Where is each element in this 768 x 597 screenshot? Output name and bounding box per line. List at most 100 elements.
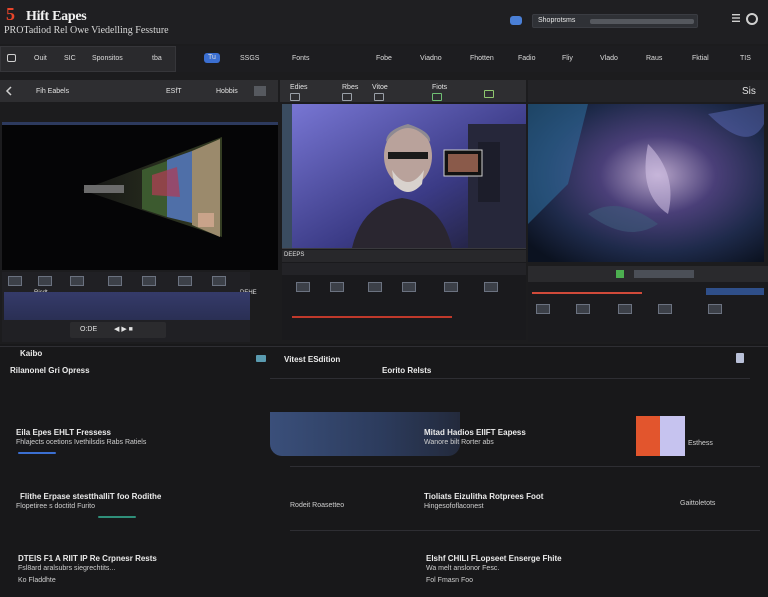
right-timeline-bar[interactable] [706,288,764,295]
right-clip-2[interactable] [576,304,590,314]
nav-item-10[interactable]: Fhotten [470,55,494,62]
mid-clip-3[interactable] [368,282,382,292]
nav-item-13[interactable]: Vlado [600,55,618,62]
effects-icon[interactable] [432,93,442,101]
block3-mid: Rodeit Roasetteo [290,502,345,509]
clip-icon[interactable] [342,93,352,101]
nav-item-5[interactable]: Tu [208,54,216,61]
nav-item-6[interactable]: SSGS [240,55,259,62]
main-video-preview[interactable] [282,104,526,248]
timeline-thumb-3[interactable] [70,276,84,286]
block4-right: Gaittoletots [680,500,716,507]
nav-item-14[interactable]: Raus [646,55,662,62]
mid-clip-4[interactable] [402,282,416,292]
mid-subtitle: Eorito Relsts [382,366,432,375]
settings-icon[interactable] [746,13,758,25]
content-divider-top [0,346,768,347]
nav-item-16[interactable]: TIS [740,55,751,62]
nav-item-1[interactable]: Ouit [34,55,47,62]
home-icon[interactable] [7,54,16,62]
block3-underline [98,516,136,518]
secondary-video-preview[interactable] [528,104,764,262]
nav-item-9[interactable]: Viadno [420,55,442,62]
block1-title[interactable]: Eila Epes EHLT Fressess [16,428,111,437]
block1-subtitle: Fhlajects ocetions Ivethilsdis Rabs Rati… [16,439,147,446]
mid-header-label-2[interactable]: Rbes [342,84,358,91]
right-clip-3[interactable] [618,304,632,314]
export-icon[interactable] [484,90,494,98]
block2-subtitle: Wanore bilt Rorter abs [424,439,494,446]
left-header-toggle[interactable] [254,86,266,96]
section-subtitle: Rilanonel Gri Opress [10,366,90,375]
block6-subtitle: Wa melt anslonor Fesc. [426,565,500,572]
timeline-thumb-5[interactable] [142,276,156,286]
right-clip-4[interactable] [658,304,672,314]
color-swatch-orange[interactable] [636,416,660,456]
block4-subtitle: Hingesofoflaconest [424,503,484,510]
status-green-icon [616,270,624,278]
mid-playhead-track[interactable] [292,316,452,318]
mid-header-label-3[interactable]: Vitoe [372,84,388,91]
block6-title[interactable]: Elshf CHILI FLopseet Enserge Fhite [426,554,562,563]
left-header-label-2[interactable]: ESfT [166,88,182,95]
logo-subtitle: PROTadiod Rel Owe Viedelling Fessture [4,25,169,36]
film-icon[interactable] [290,93,300,101]
timecode: O:DE [80,326,98,333]
right-clip-5[interactable] [708,304,722,314]
left-header-label-1[interactable]: Fih Eabels [36,88,69,95]
timeline-thumb-7[interactable] [212,276,226,286]
mid-clip-2[interactable] [330,282,344,292]
logo-title: Hift Eapes [26,9,87,24]
right-clip-1[interactable] [536,304,550,314]
timeline-thumb-6[interactable] [178,276,192,286]
block6-small: Fol Fmasn Foo [426,577,474,584]
block2-title[interactable]: Mitad Hadios EIIFT Eapess [424,428,526,437]
block3-title[interactable]: Flithe Erpase stestthalliT foo Rodithe [20,492,161,501]
back-arrow-icon[interactable] [4,86,14,96]
block5-title[interactable]: DTEIS F1 A RIIT IP Re Crpnesr Rests [18,554,157,563]
mid-clip-5[interactable] [444,282,458,292]
block4-title[interactable]: Tioliats Eizulitha Rotprees Foot [424,492,543,501]
timeline-thumb-2[interactable] [38,276,52,286]
nav-item-2[interactable]: SIC [64,55,76,62]
mid-header-label-4[interactable]: Fiots [432,84,447,91]
mid-timeline-header [282,250,526,262]
search-icon[interactable] [510,16,522,25]
left-preview-canvas[interactable] [2,125,278,270]
play-icon[interactable]: ◀ ▶ ■ [114,325,133,333]
mid-header-label-1[interactable]: Edies [290,84,308,91]
timeline-thumb-4[interactable] [108,276,122,286]
right-timeline-tools[interactable] [634,270,694,278]
right-playhead-track[interactable] [532,292,642,294]
mid-clip-1[interactable] [296,282,310,292]
nav-item-11[interactable]: Fadio [518,55,536,62]
content-divider-2 [290,466,760,467]
nav-item-8[interactable]: Fobe [376,55,392,62]
audio-icon[interactable] [374,93,384,101]
mid-clip-6[interactable] [484,282,498,292]
link-icon[interactable] [256,355,266,362]
left-header-label-3[interactable]: Hobbis [216,88,238,95]
speaker-video-frame [282,104,526,248]
section-title: Kaibo [20,349,43,358]
bookmark-icon[interactable] [736,353,744,363]
nav-item-3[interactable]: Sponsitos [92,55,123,62]
right-panel-header [528,80,768,102]
nav-item-12[interactable]: Fliy [562,55,573,62]
block5-subtitle: Fsl8ard aralsubrs siegrechtits... [18,565,116,572]
color-swatch-lavender[interactable] [660,416,685,456]
menu-icon[interactable] [732,14,740,22]
timeline-thumb-1[interactable] [8,276,22,286]
nav-left-group [0,46,176,72]
mid-title: Vitest ESdition [284,355,341,364]
right-header-label[interactable]: Sis [742,86,756,97]
left-timeline-track[interactable] [4,292,250,320]
nav-item-4[interactable]: tba [152,55,162,62]
nav-item-15[interactable]: Fktial [692,55,709,62]
nav-item-7[interactable]: Fonts [292,55,310,62]
search-progress [590,19,694,24]
block5-small: Ko Fladdhte [18,577,56,584]
content-divider-1 [270,378,750,379]
content-divider-3 [290,530,760,531]
swatch-label: Esthess [688,440,713,447]
